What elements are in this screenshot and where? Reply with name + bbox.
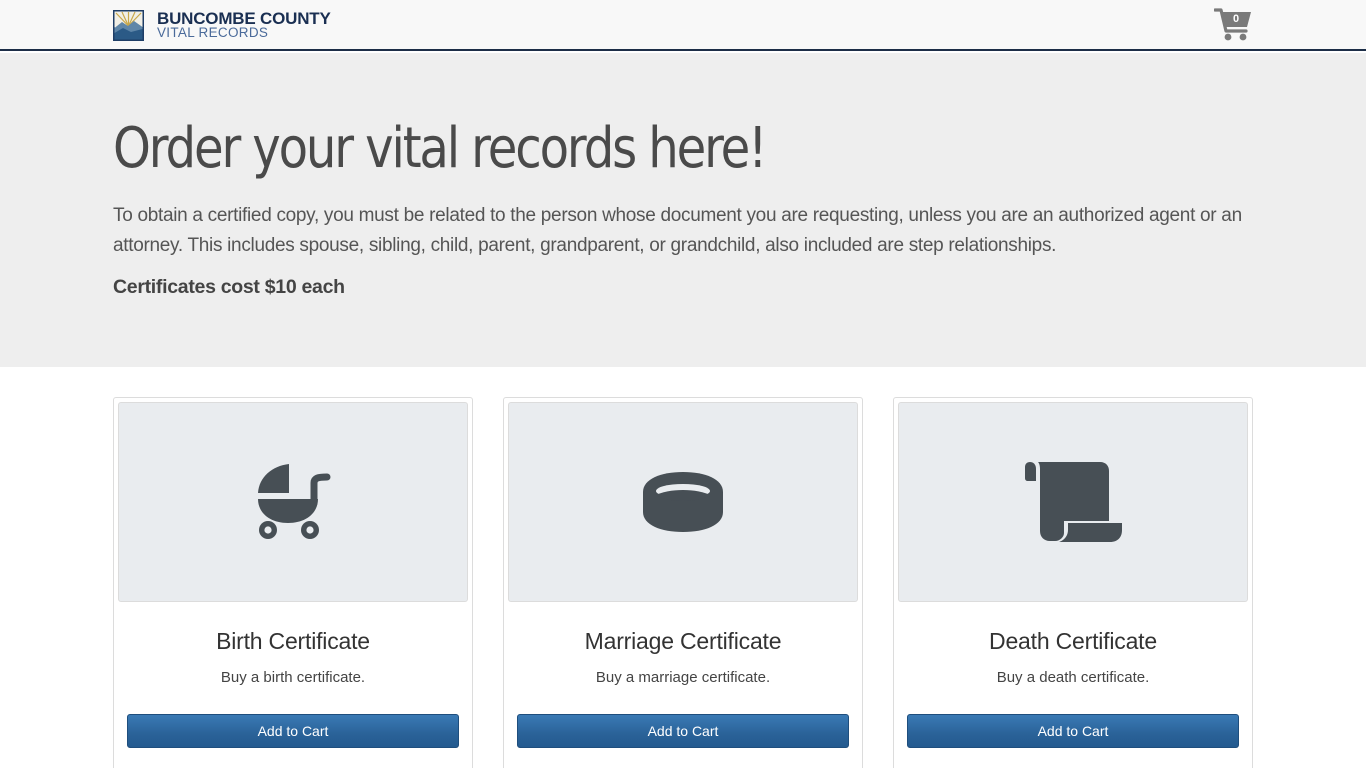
brand-subtitle: VITAL RECORDS (157, 25, 269, 41)
card-image (898, 402, 1248, 602)
brand-home-link[interactable]: BUNCOMBE COUNTY VITAL RECORDS (113, 9, 331, 41)
card-image (118, 402, 468, 602)
product-card-marriage: Marriage Certificate Buy a marriage cert… (503, 397, 863, 768)
product-card-death: Death Certificate Buy a death certificat… (893, 397, 1253, 768)
baby-carriage-icon (258, 464, 331, 539)
card-title: Birth Certificate (216, 628, 370, 654)
add-to-cart-button-death[interactable]: Add to Cart (907, 714, 1239, 748)
cart-button[interactable]: 0 (1214, 8, 1252, 42)
site-header: BUNCOMBE COUNTY VITAL RECORDS 0 (0, 0, 1366, 51)
eligibility-description: To obtain a certified copy, you must be … (113, 205, 1242, 256)
county-logo-icon (113, 9, 144, 41)
card-description: Buy a birth certificate. (220, 669, 366, 686)
product-card-birth: Birth Certificate Buy a birth certificat… (113, 397, 473, 768)
card-title: Death Certificate (989, 628, 1157, 654)
price-note: Certificates cost $10 each (113, 276, 345, 298)
card-title: Marriage Certificate (584, 628, 782, 654)
add-to-cart-button-birth[interactable]: Add to Cart (127, 714, 459, 748)
card-image (508, 402, 858, 602)
add-to-cart-button-marriage[interactable]: Add to Cart (517, 714, 849, 748)
page-title: Order your vital records here! (113, 116, 767, 181)
cart-count-badge: 0 (1232, 13, 1240, 25)
hero-section: Order your vital records here! To obtain… (0, 53, 1366, 367)
ring-icon (643, 472, 723, 532)
card-description: Buy a death certificate. (996, 669, 1150, 686)
card-description: Buy a marriage certificate. (595, 669, 771, 686)
scroll-icon (1025, 462, 1122, 542)
brand-text: BUNCOMBE COUNTY VITAL RECORDS (157, 10, 331, 40)
